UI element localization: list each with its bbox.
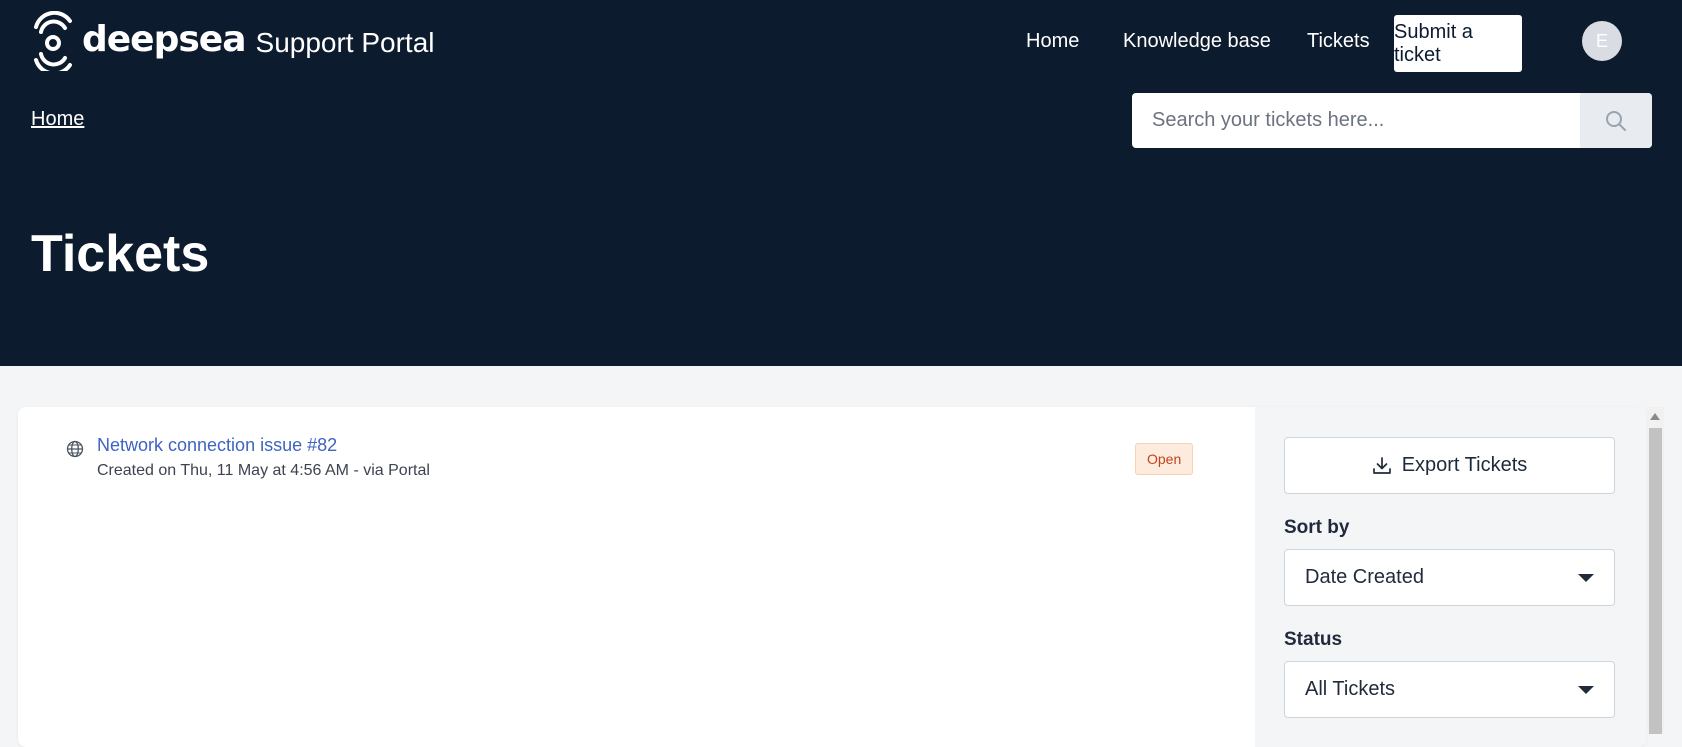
scroll-up-arrow-icon[interactable]: [1650, 413, 1660, 420]
status-label: Status: [1284, 629, 1343, 650]
submit-ticket-label: Submit a ticket: [1394, 20, 1473, 66]
ticket-search: [1132, 93, 1652, 148]
portal-name: Support Portal: [255, 27, 435, 58]
brand-name: deepsea: [82, 18, 247, 60]
chevron-down-icon: [1578, 573, 1594, 582]
search-input[interactable]: [1132, 93, 1580, 148]
status-value: All Tickets: [1305, 678, 1396, 700]
ticket-title-link[interactable]: Network connection issue #82: [97, 435, 337, 456]
deepsea-logo-icon: [34, 11, 72, 71]
sort-by-select[interactable]: Date Created: [1284, 549, 1615, 606]
search-icon: [1606, 110, 1626, 131]
page-title: Tickets: [31, 225, 210, 283]
chevron-down-icon: [1578, 685, 1594, 694]
nav-knowledge-base[interactable]: Knowledge base: [1123, 30, 1271, 53]
sort-by-value: Date Created: [1305, 566, 1424, 588]
ticket-meta: Created on Thu, 11 May at 4:56 AM - via …: [97, 462, 430, 479]
logo[interactable]: deepsea Support Portal: [30, 10, 435, 72]
tickets-card: Network connection issue #82 Created on …: [18, 407, 1646, 747]
nav-home[interactable]: Home: [1026, 30, 1079, 53]
avatar-initial: E: [1595, 30, 1608, 51]
search-button[interactable]: [1580, 93, 1652, 148]
nav-tickets[interactable]: Tickets: [1307, 30, 1370, 53]
avatar[interactable]: E: [1582, 21, 1622, 61]
status-badge: Open: [1135, 443, 1194, 475]
status-select[interactable]: All Tickets: [1284, 661, 1615, 718]
sort-by-label: Sort by: [1284, 517, 1350, 538]
export-tickets-label: Export Tickets: [1401, 454, 1528, 476]
globe-icon: [66, 440, 84, 458]
download-icon: [1372, 456, 1391, 474]
breadcrumb-home[interactable]: Home: [31, 108, 84, 131]
submit-ticket-button[interactable]: Submit a ticket: [1394, 15, 1522, 72]
export-tickets-button[interactable]: Export Tickets: [1284, 437, 1615, 494]
header-hero: deepsea Support Portal Home Knowledge ba…: [0, 0, 1682, 366]
ticket-list-item[interactable]: Network connection issue #82 Created on …: [18, 407, 1255, 487]
scrollbar-thumb[interactable]: [1649, 428, 1662, 734]
